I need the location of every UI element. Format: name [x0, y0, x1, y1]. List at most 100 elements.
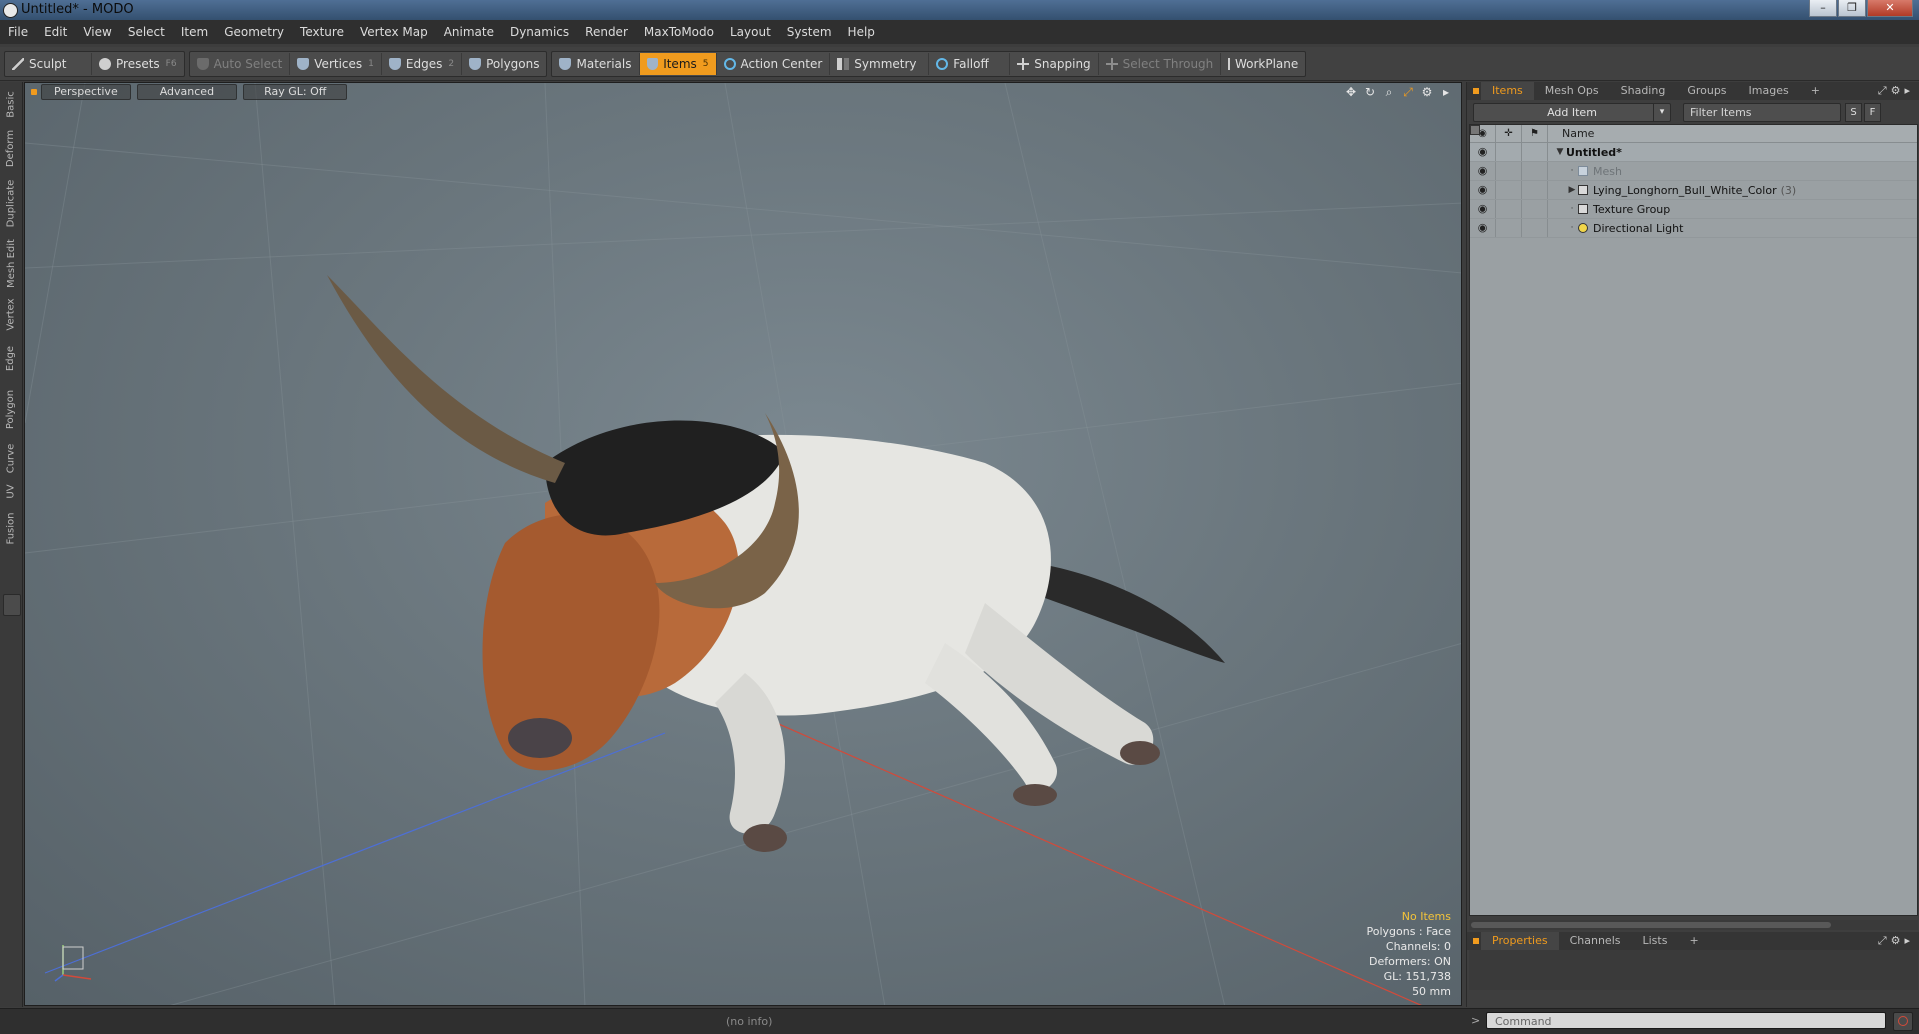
tree-header: ◉ ✛ ⚑ Name [1470, 125, 1917, 143]
visibility-eye-icon[interactable]: ◉ [1470, 200, 1496, 218]
menu-geometry[interactable]: Geometry [216, 25, 292, 39]
action-center-button[interactable]: Action Center [717, 52, 831, 75]
filter-items-input[interactable]: Filter Items [1683, 102, 1841, 122]
select-through-button[interactable]: Select Through [1099, 52, 1222, 75]
filter-s-button[interactable]: S [1845, 102, 1862, 122]
panel-options-icon[interactable]: ⤢⚙▸ [1878, 84, 1914, 98]
tab-images[interactable]: Images [1738, 82, 1800, 100]
presets-button[interactable]: Presets F6 [92, 53, 184, 75]
viewport-3d[interactable]: Perspective Advanced Ray GL: Off ✥ ↻ ⌕ ⤢… [24, 82, 1462, 1006]
tab-options-toggle[interactable] [3, 594, 21, 616]
tab-mesh-ops[interactable]: Mesh Ops [1534, 82, 1610, 100]
menu-vertex-map[interactable]: Vertex Map [352, 25, 436, 39]
menu-file[interactable]: File [0, 25, 36, 39]
view-style-dropdown[interactable]: Advanced [136, 84, 238, 100]
edges-icon [388, 57, 401, 70]
tab-channels[interactable]: Channels [1559, 932, 1632, 950]
auto-select-button[interactable]: Auto Select [190, 52, 291, 75]
viewport-grip-icon[interactable] [31, 89, 37, 95]
snapping-button[interactable]: Snapping [1010, 52, 1099, 75]
minimize-button[interactable]: – [1809, 0, 1837, 17]
tab-vertex[interactable]: Vertex [0, 292, 22, 336]
tab-edge[interactable]: Edge [0, 336, 22, 380]
tab-items[interactable]: Items [1481, 82, 1534, 100]
tree-row-texture-group[interactable]: ◉ · Texture Group [1470, 200, 1917, 219]
add-item-button[interactable]: Add Item ▾ [1473, 102, 1671, 122]
panel-options-icon[interactable]: ⤢⚙▸ [1878, 934, 1914, 948]
tab-uv[interactable]: UV [0, 476, 22, 506]
tab-lists[interactable]: Lists [1632, 932, 1679, 950]
tab-polygon[interactable]: Polygon [0, 384, 22, 434]
symmetry-button[interactable]: Symmetry [830, 52, 930, 75]
items-horizontal-scrollbar[interactable] [1469, 920, 1918, 930]
visibility-eye-icon[interactable]: ◉ [1470, 162, 1496, 180]
workplane-button[interactable]: WorkPlane [1221, 53, 1305, 75]
menu-layout[interactable]: Layout [722, 25, 779, 39]
tab-shading[interactable]: Shading [1610, 82, 1677, 100]
tab-basic[interactable]: Basic [0, 82, 22, 126]
viewport-settings-icon[interactable]: ⚙ [1420, 85, 1434, 99]
tab-groups[interactable]: Groups [1676, 82, 1737, 100]
menu-texture[interactable]: Texture [292, 25, 352, 39]
raygl-toggle[interactable]: Ray GL: Off [243, 84, 348, 100]
visibility-eye-icon[interactable]: ◉ [1470, 219, 1496, 237]
bull-hind-hoof-2 [1013, 784, 1057, 806]
command-input[interactable]: Command [1486, 1012, 1886, 1029]
filter-f-button[interactable]: F [1864, 102, 1881, 122]
scrollbar-thumb[interactable] [1471, 922, 1831, 928]
menu-view[interactable]: View [75, 25, 119, 39]
tree-row-directional-light[interactable]: ◉ · Directional Light [1470, 219, 1917, 238]
tab-mesh-edit[interactable]: Mesh Edit [0, 236, 22, 290]
panel-grip-icon[interactable] [1473, 88, 1479, 94]
maximize-button[interactable]: ❐ [1838, 0, 1866, 17]
tab-curve[interactable]: Curve [0, 436, 22, 480]
view-type-dropdown[interactable]: Perspective [41, 84, 131, 100]
pan-icon[interactable]: ✥ [1344, 85, 1358, 99]
vertices-button[interactable]: Vertices 1 [290, 52, 382, 75]
command-history-arrow-icon[interactable]: > [1471, 1014, 1480, 1027]
menu-maxtomodo[interactable]: MaxToModo [636, 25, 722, 39]
visibility-eye-icon[interactable]: ◉ [1470, 143, 1496, 161]
tree-row-mesh[interactable]: ◉ · Mesh [1470, 162, 1917, 181]
menu-dynamics[interactable]: Dynamics [502, 25, 577, 39]
tree-row-scene[interactable]: ◉ ▼ Untitled* [1470, 125, 1917, 162]
add-item-dropdown-icon[interactable]: ▾ [1653, 103, 1670, 121]
menu-select[interactable]: Select [120, 25, 173, 39]
edges-button[interactable]: Edges 2 [382, 52, 463, 75]
tab-deform[interactable]: Deform [0, 126, 22, 170]
render-column-icon[interactable]: ⚑ [1522, 125, 1548, 142]
polygons-button[interactable]: Polygons [462, 53, 546, 75]
tab-properties[interactable]: Properties [1481, 932, 1559, 950]
expand-arrow-icon[interactable]: ▶ [1566, 185, 1578, 195]
rotate-icon[interactable]: ↻ [1363, 85, 1377, 99]
sculpt-button[interactable]: Sculpt [5, 52, 92, 75]
lock-column-icon[interactable]: ✛ [1496, 125, 1522, 142]
menu-edit[interactable]: Edit [36, 25, 75, 39]
menu-bar: File Edit View Select Item Geometry Text… [0, 20, 1919, 44]
maximize-viewport-icon[interactable]: ⤢ [1401, 85, 1415, 99]
close-button[interactable]: ✕ [1867, 0, 1913, 17]
add-properties-tab-button[interactable]: + [1678, 932, 1709, 950]
falloff-button[interactable]: Falloff [929, 52, 1011, 75]
menu-render[interactable]: Render [577, 25, 636, 39]
menu-system[interactable]: System [779, 25, 840, 39]
collapse-arrow-icon[interactable]: ▼ [1554, 147, 1566, 157]
tab-duplicate[interactable]: Duplicate [0, 176, 22, 230]
zoom-icon[interactable]: ⌕ [1382, 85, 1396, 99]
menu-item[interactable]: Item [173, 25, 216, 39]
tab-fusion[interactable]: Fusion [0, 506, 22, 550]
item-mode-group: Materials Items 5 Action Center Symmetry… [551, 50, 1307, 77]
workplane-label: WorkPlane [1234, 56, 1299, 71]
tab-duplicate-label: Duplicate [5, 179, 17, 227]
materials-button[interactable]: Materials [552, 52, 640, 75]
command-record-icon[interactable] [1893, 1012, 1913, 1031]
tree-row-bull-group[interactable]: ◉ ▶ Lying_Longhorn_Bull_White_Color (3) [1470, 181, 1917, 200]
visibility-eye-icon[interactable]: ◉ [1470, 181, 1496, 199]
menu-animate[interactable]: Animate [436, 25, 502, 39]
add-tab-button[interactable]: + [1800, 82, 1831, 100]
viewport-menu-arrow-icon[interactable]: ▸ [1439, 85, 1453, 99]
panel-grip-icon[interactable] [1473, 938, 1479, 944]
menu-help[interactable]: Help [840, 25, 883, 39]
name-column-header[interactable]: Name [1548, 127, 1594, 140]
items-button[interactable]: Items 5 [639, 52, 717, 75]
